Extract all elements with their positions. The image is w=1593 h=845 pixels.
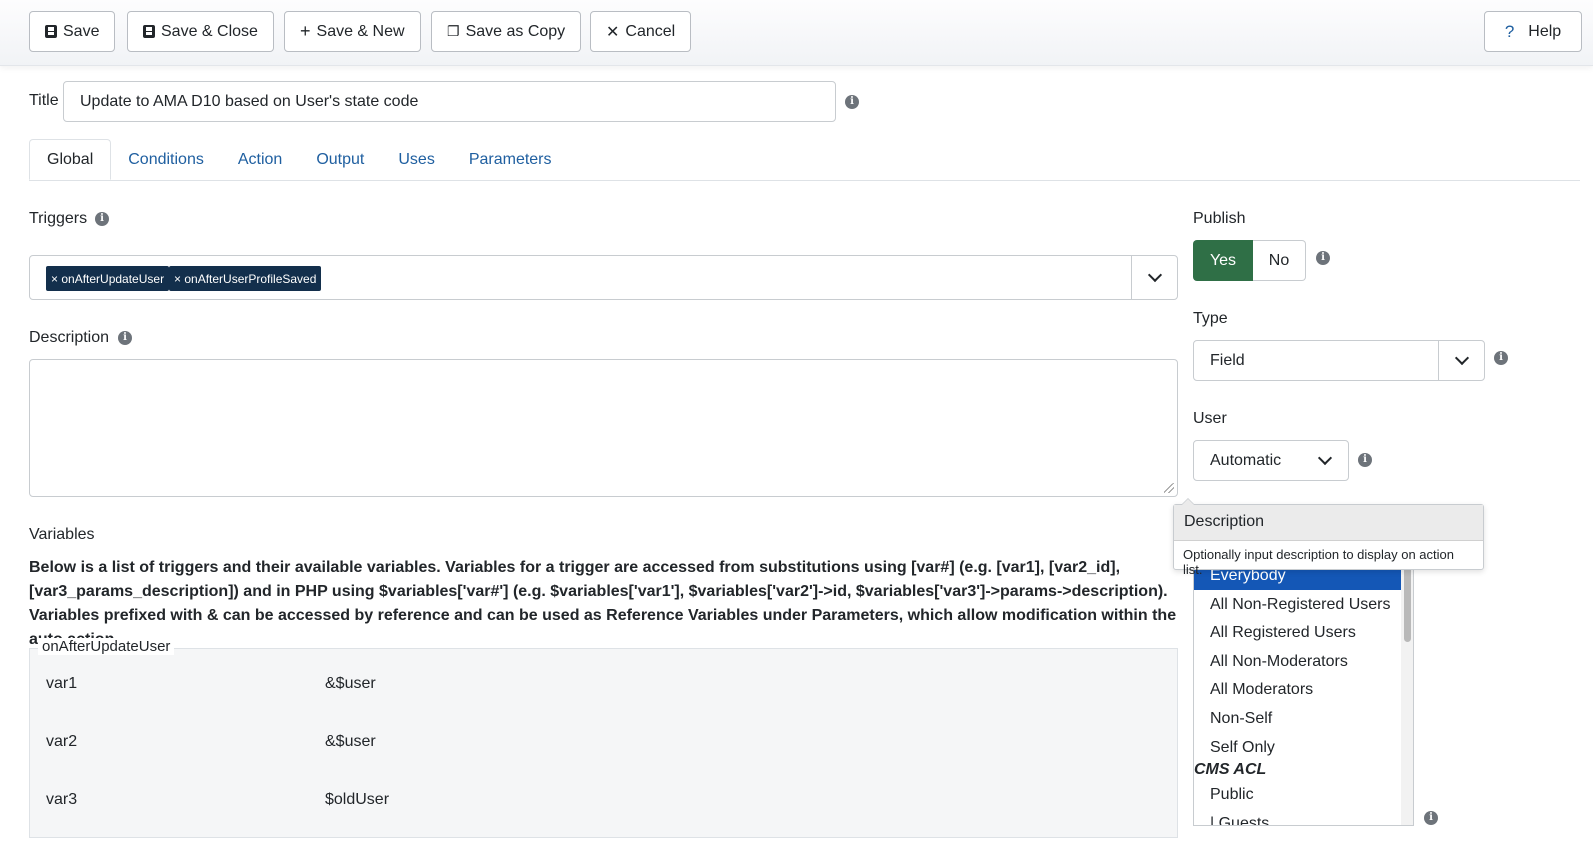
list-option[interactable]: | Guests (1194, 810, 1403, 825)
tab-parameters[interactable]: Parameters (452, 139, 569, 180)
resize-handle[interactable] (1164, 483, 1174, 493)
info-icon[interactable]: i (1494, 351, 1508, 365)
save-new-button[interactable]: + Save & New (284, 11, 421, 52)
chevron-down-icon[interactable] (1438, 341, 1484, 380)
close-icon: ✕ (606, 23, 620, 41)
scrollbar[interactable] (1401, 541, 1413, 825)
description-label: Description (29, 329, 110, 346)
publish-yes-button[interactable]: Yes (1193, 240, 1253, 281)
type-label: Type (1193, 310, 1228, 327)
info-icon[interactable]: i (95, 212, 109, 226)
variable-name: var2 (46, 733, 78, 750)
trigger-chip[interactable]: × onAfterUpdateUser (46, 266, 170, 291)
list-option[interactable]: All Registered Users (1194, 619, 1403, 647)
title-input[interactable] (63, 81, 836, 122)
description-textarea[interactable] (29, 359, 1178, 497)
tab-global[interactable]: Global (29, 139, 112, 180)
save-copy-button[interactable]: ❐ Save as Copy (431, 11, 582, 52)
tab-bar: Global Conditions Action Output Uses Par… (29, 139, 569, 180)
save-close-button[interactable]: Save & Close (127, 11, 274, 52)
triggers-label: Triggers (29, 210, 88, 227)
publish-toggle: Yes No (1193, 240, 1306, 281)
tab-conditions[interactable]: Conditions (111, 139, 221, 180)
list-option[interactable]: Public (1194, 781, 1403, 809)
variable-value: &$user (325, 733, 376, 750)
question-icon: ? (1504, 21, 1515, 41)
optgroup-label: CMS ACL (1194, 761, 1267, 778)
publish-no-button[interactable]: No (1253, 240, 1306, 281)
save-icon (143, 25, 155, 38)
chevron-down-icon[interactable] (1302, 441, 1348, 480)
tooltip-title: Description (1174, 505, 1483, 541)
tab-output[interactable]: Output (299, 139, 381, 180)
triggers-select[interactable]: × onAfterUpdateUser × onAfterUserProfile… (29, 255, 1178, 300)
trigger-variables-fieldset (29, 648, 1178, 838)
tab-uses[interactable]: Uses (381, 139, 451, 180)
user-label: User (1193, 410, 1227, 427)
variable-name: var1 (46, 675, 78, 692)
description-tooltip: Description Optionally input description… (1173, 498, 1484, 577)
variables-help-text: Below is a list of triggers and their av… (29, 559, 1177, 648)
save-icon (45, 25, 57, 38)
list-option[interactable]: All Non-Registered Users (1194, 591, 1403, 619)
title-label: Title (29, 92, 59, 109)
copy-icon: ❐ (447, 23, 460, 39)
list-option[interactable]: All Non-Moderators (1194, 648, 1403, 676)
help-button[interactable]: ? Help (1484, 11, 1582, 52)
info-icon[interactable]: i (845, 95, 859, 109)
info-icon[interactable]: i (1358, 453, 1372, 467)
trigger-chip[interactable]: × onAfterUserProfileSaved (169, 266, 322, 291)
user-select[interactable]: Automatic (1193, 440, 1349, 481)
variables-label: Variables (29, 526, 95, 543)
type-select[interactable]: Field (1193, 340, 1485, 381)
fieldset-legend: onAfterUpdateUser (38, 638, 175, 655)
tooltip-body: Optionally input description to display … (1183, 547, 1454, 577)
variable-value: &$user (325, 675, 376, 692)
save-button[interactable]: Save (29, 11, 116, 52)
tab-action[interactable]: Action (221, 139, 299, 180)
list-option[interactable]: Non-Self (1194, 705, 1403, 733)
tab-divider (29, 180, 1580, 181)
publish-label: Publish (1193, 210, 1246, 227)
list-option[interactable]: Self Only (1194, 734, 1403, 762)
cancel-button[interactable]: ✕ Cancel (590, 11, 692, 52)
info-icon[interactable]: i (118, 331, 132, 345)
toolbar: Save Save & Close + Save & New ❐ Save as… (0, 0, 1593, 66)
variable-value: $oldUser (325, 791, 390, 808)
info-icon[interactable]: i (1424, 811, 1438, 825)
info-icon[interactable]: i (1316, 251, 1330, 265)
plus-icon: + (300, 21, 311, 41)
variable-name: var3 (46, 791, 78, 808)
list-option[interactable]: All Moderators (1194, 676, 1403, 704)
chevron-down-icon[interactable] (1131, 256, 1177, 299)
